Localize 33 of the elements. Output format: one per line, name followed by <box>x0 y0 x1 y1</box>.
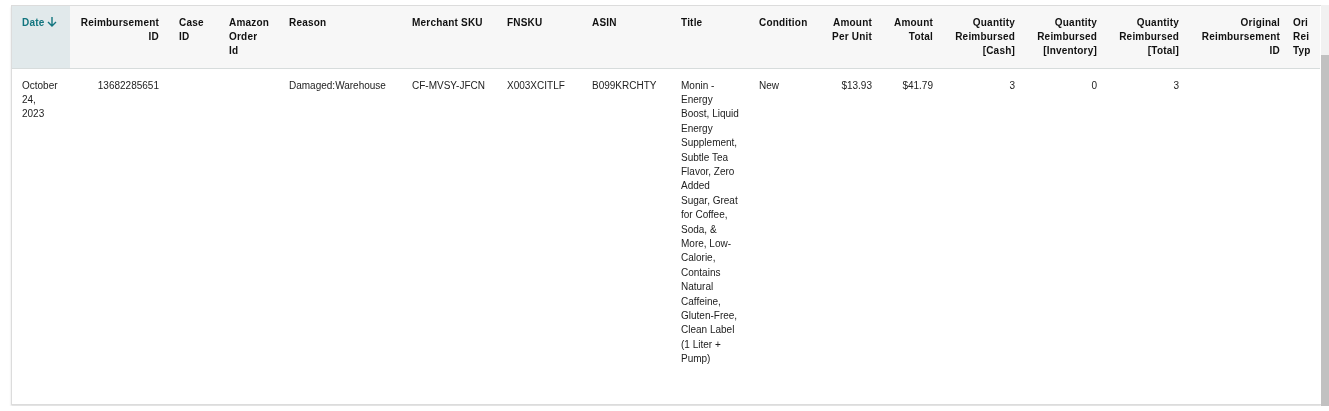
table-cell: B099KRCHTY <box>592 79 657 91</box>
column-header[interactable]: Reason <box>279 6 402 68</box>
column-header[interactable]: Reimbursement ID <box>70 6 169 68</box>
column-header[interactable]: FNSKU <box>497 6 582 68</box>
table-cell: 13682285651 <box>97 79 159 91</box>
table-cell: Damaged:Warehouse <box>289 79 386 91</box>
column-header[interactable]: Merchant SKU <box>402 6 497 68</box>
column-header[interactable]: Amount Total <box>882 6 943 68</box>
table-cell: $13.93 <box>841 79 872 91</box>
table-cell: CF-MVSY-JFCN <box>412 79 485 91</box>
sort-down-arrow-icon <box>47 16 58 27</box>
column-header[interactable]: Original Reimbursement ID <box>1189 6 1290 68</box>
table-cell: New <box>759 79 779 91</box>
column-header[interactable]: ASIN <box>582 6 671 68</box>
column-header[interactable]: Quantity Reimbursed [Inventory] <box>1025 6 1107 68</box>
column-header[interactable]: Ori Rei Typ <box>1290 6 1320 68</box>
table-cell: October 24, 2023 <box>22 79 58 120</box>
column-header[interactable]: Condition <box>749 6 821 68</box>
scrollbar[interactable] <box>1321 5 1329 406</box>
column-header[interactable]: Date <box>12 6 70 68</box>
column-header[interactable]: Title <box>671 6 749 68</box>
column-header[interactable]: Case ID <box>169 6 219 68</box>
table-cell: $41.79 <box>902 79 933 91</box>
table-cell: 0 <box>1091 79 1097 91</box>
table-cell: Monin - Energy Boost, Liquid Energy Supplement, Subtle Tea Flavor, Zero Added Sugar, Great for Coffee, Soda, & More, Low-Calorie, Contains Natural Caffeine, Gluten-Free, Clean Label (1 Liter + Pump) <box>681 79 739 365</box>
column-label: Date <box>22 16 45 30</box>
table-cell: X003XCITLF <box>507 79 565 91</box>
table-cell: 3 <box>1173 79 1179 91</box>
column-header[interactable]: Amazon Order Id <box>219 6 279 68</box>
table-cell: 3 <box>1009 79 1015 91</box>
column-header[interactable]: Quantity Reimbursed [Total] <box>1107 6 1189 68</box>
column-header[interactable]: Quantity Reimbursed [Cash] <box>943 6 1025 68</box>
column-header[interactable]: Amount Per Unit <box>821 6 882 68</box>
